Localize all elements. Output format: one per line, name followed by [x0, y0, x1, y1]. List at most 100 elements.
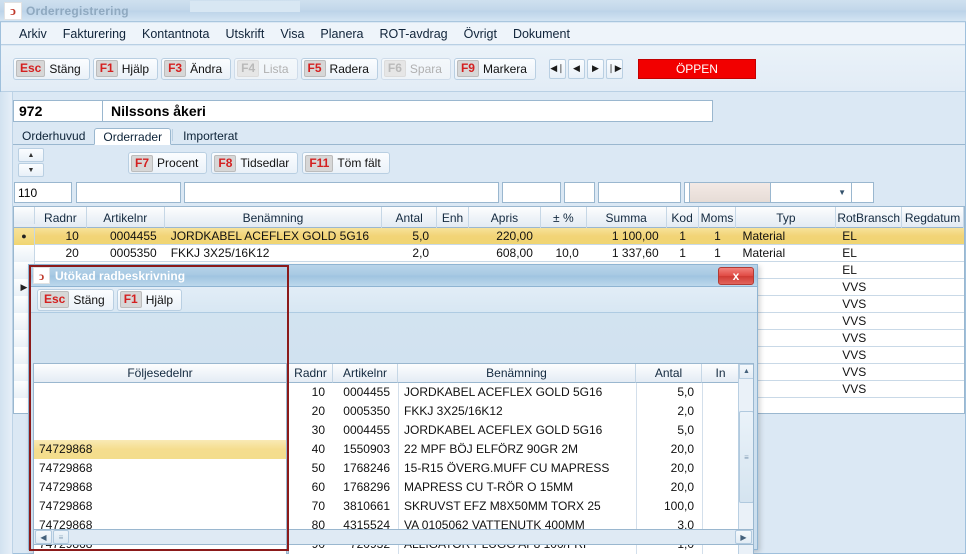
tabstrip: Orderhuvud Orderrader Importerat: [13, 127, 965, 145]
dialog-cell-antal: 5,0: [636, 383, 702, 402]
button-label: Radera: [329, 61, 369, 76]
menu-item-visa[interactable]: Visa: [272, 25, 312, 43]
dialog-cell-in: [702, 402, 740, 421]
table-row[interactable]: 70 3810661 SKRUVST EFZ M8X50MM TORX 25 100,…: [289, 497, 753, 516]
toolbar-button-hj-lp[interactable]: F1 Hjälp: [92, 57, 159, 80]
right-grid-hscrollbar[interactable]: ▶: [288, 529, 754, 545]
list-item[interactable]: [34, 383, 286, 402]
grid-column-header-enh[interactable]: Enh: [437, 207, 470, 228]
menu-item-planera[interactable]: Planera: [312, 25, 371, 43]
rotbransch-dropdown[interactable]: ▼: [770, 182, 852, 203]
menu-item-dokument[interactable]: Dokument: [505, 25, 578, 43]
order-number-field[interactable]: 972: [13, 100, 103, 122]
dialog-cell-in: [702, 421, 740, 440]
radnr-input[interactable]: 110: [14, 182, 72, 203]
grid-column-header-ben-mning[interactable]: Benämning: [165, 207, 383, 228]
list-item[interactable]: 74729868: [34, 478, 286, 497]
menu-item-rot-avdrag[interactable]: ROT-avdrag: [372, 25, 456, 43]
apris-input[interactable]: [598, 182, 681, 203]
toolbar-button-t-m-f-lt[interactable]: F11 Töm fält: [302, 152, 390, 174]
table-row[interactable]: 30 0004455 JORDKABEL ACEFLEX GOLD 5G16 5,0: [289, 421, 753, 440]
dialog-body: Följesedelnr 74729868 74729868 74729868 7472…: [29, 313, 757, 554]
grid-column-header-rotbransch[interactable]: RotBransch: [836, 207, 903, 228]
grid-column-header-artikelnr[interactable]: Artikelnr: [87, 207, 165, 228]
order-customer-field[interactable]: Nilssons åkeri: [103, 100, 713, 122]
cell-rotbransch: VVS: [842, 279, 867, 294]
button-label: Lista: [263, 61, 289, 76]
menu-item-kontantnota[interactable]: Kontantnota: [134, 25, 217, 43]
vscroll-thumb[interactable]: ≡: [739, 411, 753, 503]
dialog-column-header-radnr[interactable]: Radnr: [289, 364, 333, 383]
grid-column-header-moms[interactable]: Moms: [699, 207, 737, 228]
list-item[interactable]: [34, 402, 286, 421]
hotkey-label: F1: [119, 291, 142, 308]
grid-column-header-radnr[interactable]: Radnr: [35, 207, 87, 228]
grid-column-header-typ[interactable]: Typ: [736, 207, 837, 228]
toolbar-button-tidsedlar[interactable]: F8 Tidsedlar: [211, 152, 299, 174]
toolbar-button-st-ng[interactable]: Esc Stäng: [37, 288, 114, 311]
grid-column-header-apris[interactable]: Apris: [469, 207, 541, 228]
spin-up-button[interactable]: ▲: [18, 148, 44, 162]
cell-antal: 5,0: [412, 228, 430, 243]
grid-column-header--[interactable]: ± %: [541, 207, 587, 228]
scroll-left-button[interactable]: ◀: [35, 530, 52, 544]
table-row[interactable]: 40 1550903 22 MPF BÖJ ELFÖRZ 90GR 2M 20,0: [289, 440, 753, 459]
hotkey-label: F5: [303, 60, 326, 77]
list-item[interactable]: [34, 421, 286, 440]
table-row[interactable]: 20 0005350 FKKJ 3X25/16K12 2,0: [289, 402, 753, 421]
artikelnr-input[interactable]: [76, 182, 181, 203]
table-row[interactable]: 20 0005350 FKKJ 3X25/16K12 2,0 608,00 10,0 1 3…: [14, 244, 964, 262]
grid-column-header-antal[interactable]: Antal: [382, 207, 438, 228]
scroll-up-button[interactable]: ▲: [739, 364, 753, 379]
grid-column-header-summa[interactable]: Summa: [587, 207, 667, 228]
tab-orderrader[interactable]: Orderrader: [94, 128, 172, 145]
close-icon[interactable]: x: [718, 267, 754, 285]
cell-regdatum: [902, 228, 964, 245]
nav-previous-button[interactable]: ◀: [567, 58, 585, 79]
antal-input[interactable]: [502, 182, 561, 203]
dialog-cell-radnr: 40: [311, 442, 325, 456]
chevron-down-icon[interactable]: ▼: [835, 188, 849, 197]
grid-column-header-kod[interactable]: Kod: [667, 207, 699, 228]
toolbar-button-markera[interactable]: F9 Markera: [453, 57, 536, 80]
nav-next-button[interactable]: ▶: [586, 58, 604, 79]
benamning-input[interactable]: [184, 182, 499, 203]
dialog-cell-radnr: 50: [311, 461, 325, 475]
list-item[interactable]: 74729868: [34, 459, 286, 478]
tab-orderhuvud[interactable]: Orderhuvud: [13, 127, 94, 144]
menu-item-utskrift[interactable]: Utskrift: [217, 25, 272, 43]
nav-first-button[interactable]: ◀❘: [548, 58, 566, 79]
enh-input[interactable]: [564, 182, 595, 203]
menu-item-fakturering[interactable]: Fakturering: [55, 25, 134, 43]
cell-regdatum: [902, 364, 964, 381]
dialog-column-header-benämning[interactable]: Benämning: [398, 364, 636, 383]
toolbar-button-procent[interactable]: F7 Procent: [128, 152, 208, 174]
menu-item--vrigt[interactable]: Övrigt: [456, 25, 505, 43]
table-row[interactable]: 50 1768246 15-R15 ÖVERG.MUFF CU MAPRESS 20,…: [289, 459, 753, 478]
table-row[interactable]: 10 0004455 JORDKABEL ACEFLEX GOLD 5G16 5,0: [289, 383, 753, 402]
list-item[interactable]: 74729868: [34, 497, 286, 516]
row-spinner: ▲ ▼: [18, 148, 44, 178]
table-row[interactable]: ● 10 0004455 JORDKABEL ACEFLEX GOLD 5G16 5,0…: [14, 227, 964, 245]
delivery-note-column-header[interactable]: Följesedelnr: [34, 364, 286, 383]
toolbar-button--ndra[interactable]: F3 Ändra: [161, 57, 232, 80]
tab-importerat[interactable]: Importerat: [174, 127, 247, 144]
spin-down-button[interactable]: ▼: [18, 163, 44, 177]
scroll-right-button[interactable]: ▶: [735, 530, 752, 544]
dialog-column-header-artikelnr[interactable]: Artikelnr: [333, 364, 398, 383]
list-item[interactable]: 74729868: [34, 440, 286, 459]
grid-column-header-regdatum[interactable]: Regdatum: [902, 207, 964, 228]
left-grid-hscrollbar[interactable]: ◀ ≡: [33, 529, 287, 545]
toolbar-button-radera[interactable]: F5 Radera: [300, 57, 378, 80]
table-row[interactable]: 60 1768296 MAPRESS CU T-RÖR O 15MM 20,0: [289, 478, 753, 497]
hotkey-label: Esc: [16, 60, 46, 77]
dialog-column-header-antal[interactable]: Antal: [636, 364, 702, 383]
dialog-column-header-in[interactable]: In: [702, 364, 740, 383]
toolbar-button-hj-lp[interactable]: F1 Hjälp: [116, 288, 183, 311]
nav-last-button[interactable]: ❘▶: [605, 58, 623, 79]
titlebar-highlight: [190, 1, 300, 12]
hscroll-thumb[interactable]: ≡: [53, 530, 69, 544]
dialog-grid-vscrollbar[interactable]: ▲≡▼: [738, 364, 753, 554]
menu-item-arkiv[interactable]: Arkiv: [11, 25, 55, 43]
toolbar-button-st-ng[interactable]: Esc Stäng: [13, 57, 90, 80]
